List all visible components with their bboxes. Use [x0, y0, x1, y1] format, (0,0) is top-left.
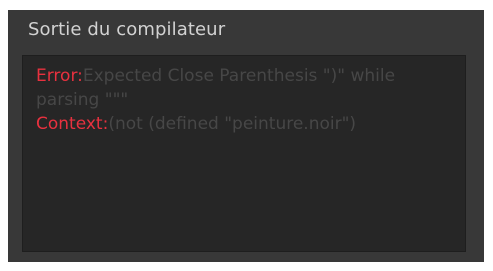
context-line: Context:(not (defined "peinture.noir") [36, 112, 455, 136]
context-label: Context: [36, 114, 109, 134]
panel-title: Sortie du compilateur [28, 19, 226, 40]
compiler-output-text-area[interactable]: Error:Expected Close Parenthesis ")" whi… [22, 55, 466, 252]
compiler-output-panel: Sortie du compilateur Error:Expected Clo… [8, 10, 484, 262]
error-message: Expected Close Parenthesis ")" while par… [36, 66, 396, 110]
context-message: (not (defined "peinture.noir") [108, 114, 357, 134]
error-line: Error:Expected Close Parenthesis ")" whi… [36, 64, 455, 112]
error-label: Error: [36, 66, 83, 86]
